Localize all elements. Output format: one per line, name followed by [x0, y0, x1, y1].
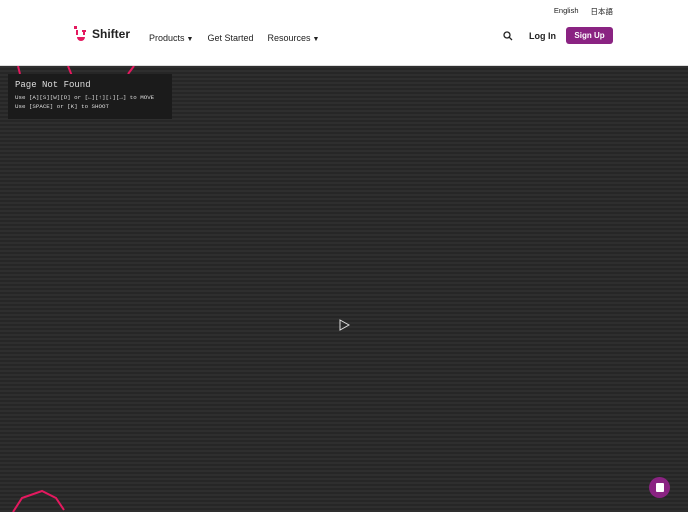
- shoot-instructions: Use [SPACE] or [K] to SHOOT: [15, 103, 109, 110]
- language-switcher: English 日本語: [554, 6, 613, 17]
- lang-japanese[interactable]: 日本語: [591, 6, 614, 17]
- login-link[interactable]: Log In: [529, 31, 556, 41]
- nav-products[interactable]: Products ▼: [149, 33, 193, 43]
- shifter-logo-icon: [74, 26, 88, 42]
- enemy-shape-bottom: [12, 489, 65, 512]
- caret-down-icon: ▼: [312, 36, 320, 43]
- move-instructions: Use [A][S][W][D] or [←][↑][↓][→] to MOVE: [15, 94, 155, 101]
- nav-label: Resources: [267, 33, 311, 43]
- game-info-panel: Page Not Found Use [A][S][W][D] or [←][↑…: [8, 74, 172, 119]
- signup-button[interactable]: Sign Up: [566, 27, 613, 44]
- shifter-logo[interactable]: Shifter: [74, 26, 130, 42]
- nav-resources[interactable]: Resources ▼: [268, 33, 320, 43]
- site-header: Shifter Products ▼ Get Started Resources ▼…: [0, 0, 688, 66]
- page-title: Page Not Found: [15, 80, 91, 90]
- search-icon[interactable]: [503, 31, 513, 41]
- brand-name: Shifter: [92, 27, 131, 41]
- lang-english[interactable]: English: [554, 6, 579, 17]
- caret-down-icon: ▼: [186, 36, 194, 43]
- nav-get-started[interactable]: Get Started: [207, 33, 253, 43]
- main-nav: Products ▼ Get Started Resources ▼: [149, 33, 319, 43]
- nav-label: Products: [149, 33, 185, 43]
